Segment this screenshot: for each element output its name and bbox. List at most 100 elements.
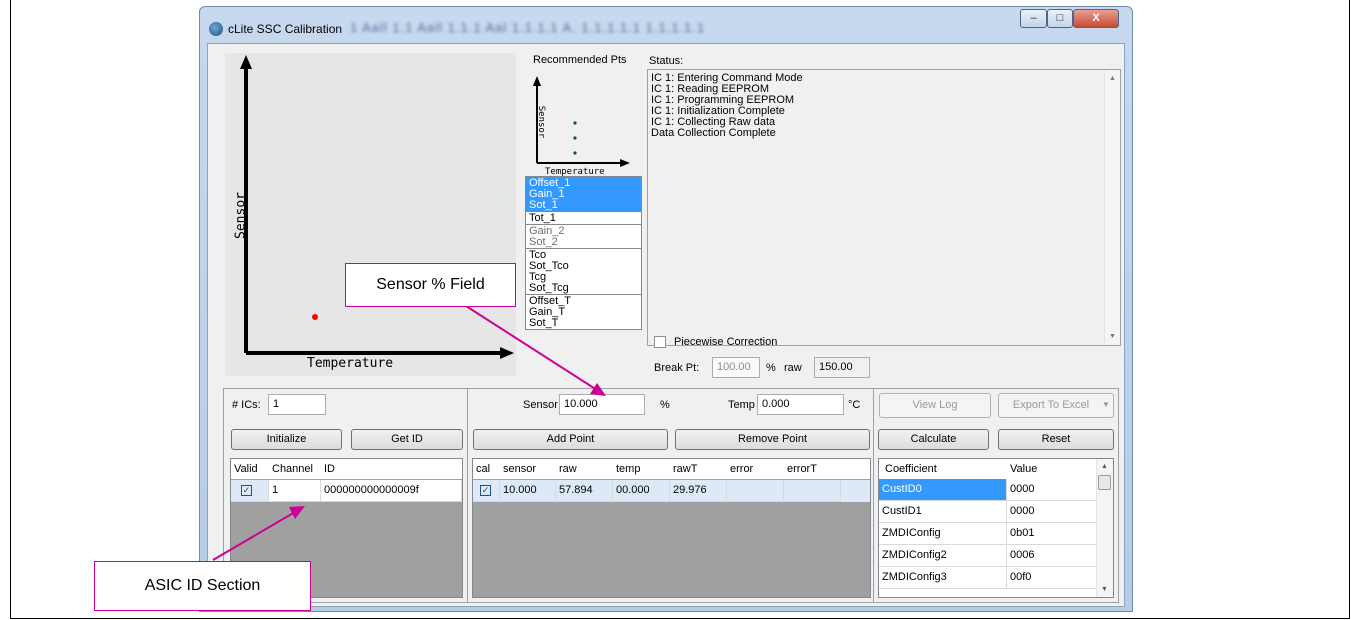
breakpoint-label: Break Pt:: [654, 362, 700, 374]
piecewise-checkbox[interactable]: [654, 336, 666, 348]
coefficient-name-cell[interactable]: ZMDIConfig2: [879, 545, 1007, 567]
maximize-button[interactable]: □: [1047, 9, 1073, 28]
initialize-button[interactable]: Initialize: [231, 429, 342, 450]
list-item[interactable]: Sot_T: [529, 318, 638, 329]
error-cell[interactable]: [727, 480, 784, 502]
table-row[interactable]: CustID0 0000: [879, 479, 1097, 501]
app-globe-icon: [209, 22, 223, 36]
coefficient-value-cell[interactable]: 00f0: [1007, 567, 1097, 589]
view-log-button[interactable]: View Log: [879, 393, 991, 418]
list-item[interactable]: Sot_Tcg: [529, 283, 638, 294]
list-group[interactable]: Offset_1 Gain_1 Sot_1: [526, 177, 641, 212]
list-group[interactable]: Tot_1: [526, 212, 641, 225]
cal-checkbox[interactable]: ✓: [480, 485, 491, 496]
asic-id-callout: ASIC ID Section: [94, 561, 311, 611]
rawt-cell[interactable]: 29.976: [670, 480, 727, 502]
coefficient-name-cell[interactable]: CustID0: [879, 479, 1007, 501]
breakpoint-field[interactable]: 100.00: [712, 357, 760, 378]
add-point-button[interactable]: Add Point: [473, 429, 668, 450]
valid-cell[interactable]: ✓: [231, 480, 269, 502]
header-raw[interactable]: raw: [556, 459, 613, 479]
channel-cell[interactable]: 1: [269, 480, 321, 502]
table-row[interactable]: ZMDIConfig 0b01: [879, 523, 1097, 545]
list-group[interactable]: Tco Sot_Tco Tcg Sot_Tcg: [526, 249, 641, 295]
coefficient-name-cell[interactable]: ZMDIConfig: [879, 523, 1007, 545]
coefficient-value-cell[interactable]: 0000: [1007, 501, 1097, 523]
scroll-up-icon[interactable]: ▲: [1101, 463, 1108, 470]
coefficient-name-cell[interactable]: ZMDIConfig3: [879, 567, 1007, 589]
temp-field[interactable]: 0.000: [757, 394, 844, 415]
header-error[interactable]: error: [727, 459, 784, 479]
reset-button[interactable]: Reset: [998, 429, 1114, 450]
client-area: Temperature Sensor Recommended Pts Senso…: [207, 43, 1125, 607]
sensor-cell[interactable]: 10.000: [500, 480, 556, 502]
remove-point-button[interactable]: Remove Point: [675, 429, 870, 450]
valid-checkbox[interactable]: ✓: [241, 485, 252, 496]
coefficient-scrollbar[interactable]: ▲ ▼: [1096, 459, 1113, 597]
coefficient-value-cell[interactable]: 0000: [1007, 479, 1097, 501]
chevron-down-icon[interactable]: ▼: [1102, 400, 1110, 409]
close-button[interactable]: X: [1073, 9, 1119, 28]
table-header: Coefficient Value: [879, 459, 1096, 479]
temp-cell[interactable]: 00.000: [613, 480, 670, 502]
raw-cell[interactable]: 57.894: [556, 480, 613, 502]
header-coefficient[interactable]: Coefficient: [879, 459, 1007, 479]
list-item[interactable]: Sot_1: [529, 200, 638, 211]
points-table[interactable]: cal sensor raw temp rawT error errorT ✓ …: [472, 458, 871, 598]
header-temp[interactable]: temp: [613, 459, 670, 479]
header-sensor[interactable]: sensor: [500, 459, 556, 479]
temp-label: Temp: [728, 399, 755, 411]
export-excel-button[interactable]: Export To Excel: [998, 393, 1114, 418]
sensor-percent-field[interactable]: 10.000: [559, 394, 645, 415]
header-rawt[interactable]: rawT: [670, 459, 727, 479]
main-graph-svg: [240, 55, 514, 359]
cal-cell[interactable]: ✓: [473, 480, 500, 502]
calculate-button[interactable]: Calculate: [878, 429, 989, 450]
table-row[interactable]: CustID1 0000: [879, 501, 1097, 523]
minimize-button[interactable]: –: [1020, 9, 1047, 28]
list-item[interactable]: Sot_2: [529, 237, 638, 248]
table-row[interactable]: ✓ 1 000000000000009f: [231, 480, 462, 502]
id-cell[interactable]: 000000000000009f: [321, 480, 462, 502]
coefficient-name-cell[interactable]: CustID1: [879, 501, 1007, 523]
coefficient-list[interactable]: Offset_1 Gain_1 Sot_1 Tot_1 Gain_2 Sot_2…: [525, 176, 642, 330]
list-group[interactable]: Offset_T Gain_T Sot_T: [526, 295, 641, 329]
main-x-arrow-icon: [500, 347, 514, 359]
mini-graph-title: Recommended Pts: [533, 54, 627, 66]
mini-x-arrow-icon: [620, 159, 630, 167]
table-row[interactable]: ZMDIConfig2 0006: [879, 545, 1097, 567]
blurred-background-text: 1 Aall 1.1 Aall 1.1.1 Aal 1.1.1.1 A. 1.1…: [350, 20, 706, 35]
table-row[interactable]: ✓ 10.000 57.894 00.000 29.976: [473, 480, 870, 502]
list-group[interactable]: Gain_2 Sot_2: [526, 225, 641, 249]
errort-cell[interactable]: [784, 480, 841, 502]
divider: [873, 389, 874, 603]
header-errort[interactable]: errorT: [784, 459, 841, 479]
main-y-arrow-icon: [240, 55, 252, 69]
header-cal[interactable]: cal: [473, 459, 500, 479]
app-window: cLite SSC Calibration 1 Aall 1.1 Aall 1.…: [199, 6, 1133, 612]
piecewise-label: Piecewise Correction: [674, 336, 778, 348]
coefficient-value-cell[interactable]: 0006: [1007, 545, 1097, 567]
status-log[interactable]: IC 1: Entering Command Mode IC 1: Readin…: [647, 69, 1121, 346]
main-x-label: Temperature: [307, 356, 394, 371]
scroll-down-icon[interactable]: ▼: [1101, 586, 1108, 593]
sensor-label: Sensor: [523, 399, 558, 411]
scroll-up-icon[interactable]: ▲: [1109, 75, 1116, 82]
title-bar[interactable]: cLite SSC Calibration 1 Aall 1.1 Aall 1.…: [200, 7, 1132, 41]
coefficient-value-cell[interactable]: 0b01: [1007, 523, 1097, 545]
list-item[interactable]: Tot_1: [529, 213, 638, 224]
raw-value-field[interactable]: 150.00: [814, 357, 870, 378]
header-value[interactable]: Value: [1007, 459, 1097, 479]
header-channel[interactable]: Channel: [269, 459, 321, 479]
header-valid[interactable]: Valid: [231, 459, 269, 479]
scroll-thumb[interactable]: [1098, 475, 1111, 490]
scroll-down-icon[interactable]: ▼: [1109, 333, 1116, 340]
status-scrollbar[interactable]: ▲ ▼: [1104, 70, 1120, 345]
ics-field[interactable]: 1: [268, 394, 326, 415]
status-line: Data Collection Complete: [651, 127, 776, 139]
main-data-point: [312, 314, 318, 320]
table-row[interactable]: ZMDIConfig3 00f0: [879, 567, 1097, 589]
coefficient-table[interactable]: Coefficient Value CustID0 0000 CustID1 0…: [878, 458, 1114, 598]
get-id-button[interactable]: Get ID: [351, 429, 463, 450]
header-id[interactable]: ID: [321, 459, 461, 479]
